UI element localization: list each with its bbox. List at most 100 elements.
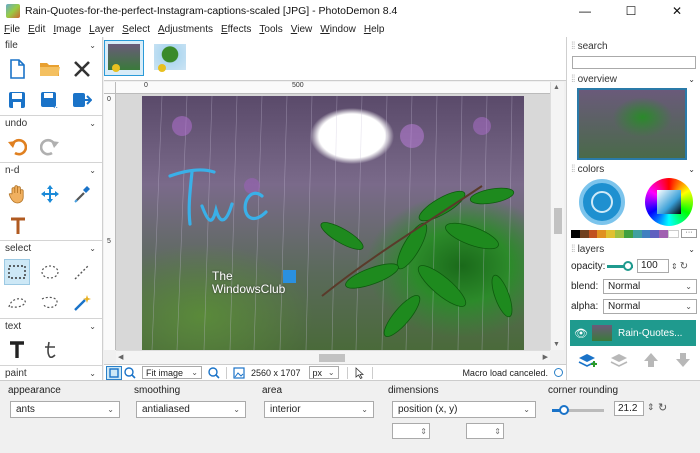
text-tool[interactable]	[4, 337, 30, 363]
appearance-select[interactable]: ants ⌄	[10, 401, 120, 418]
menu-help[interactable]: Help	[364, 24, 385, 35]
redo-button[interactable]	[37, 134, 63, 160]
menu-tools[interactable]: Tools	[259, 24, 282, 35]
close-image-button[interactable]	[69, 56, 95, 82]
alpha-label: alpha:	[571, 300, 599, 312]
color-wheel[interactable]	[645, 178, 693, 226]
text-section-header[interactable]: text ⌄	[0, 318, 102, 334]
chevron-down-icon: ⌄	[89, 322, 96, 331]
nd-section-header[interactable]: n-d ⌄	[0, 162, 102, 178]
zoom-select[interactable]: Fit image ⌄	[142, 366, 202, 379]
vertical-scroll-thumb[interactable]	[554, 208, 562, 234]
typography-t-icon	[45, 341, 56, 358]
move-tool[interactable]	[37, 181, 63, 207]
scroll-left-icon[interactable]: ◀	[118, 353, 123, 361]
undo-section-header[interactable]: undo ⌄	[0, 115, 102, 131]
opacity-slider-thumb[interactable]	[623, 261, 633, 271]
select-section-header[interactable]: select ⌄	[0, 240, 102, 256]
hand-tool[interactable]	[4, 181, 30, 207]
reset-icon[interactable]: ↻	[680, 261, 688, 272]
zoom-in-button[interactable]	[206, 366, 222, 380]
maximize-button[interactable]: ☐	[608, 0, 654, 22]
slider-thumb[interactable]	[559, 405, 569, 415]
close-button[interactable]: ✕	[654, 0, 700, 22]
color-palette[interactable]	[571, 230, 679, 238]
export-button[interactable]	[69, 87, 95, 113]
move-layer-down-icon[interactable]	[673, 350, 693, 370]
appearance-label: appearance	[8, 385, 61, 396]
smoothing-select[interactable]: antialiased ⌄	[136, 401, 246, 418]
menu-select[interactable]: Select	[122, 24, 150, 35]
save-as-button[interactable]: ..	[37, 87, 63, 113]
menu-image[interactable]: Image	[53, 24, 81, 35]
overview-header[interactable]: ⁞⁞ overview ⌄	[567, 72, 700, 86]
menu-view[interactable]: View	[291, 24, 313, 35]
magic-wand-tool[interactable]	[69, 290, 95, 316]
horizontal-scroll-thumb[interactable]	[319, 354, 345, 362]
reset-icon[interactable]: ↻	[658, 401, 667, 414]
polygon-select-tool[interactable]	[37, 290, 63, 316]
file-section-header[interactable]: file ⌄	[0, 37, 102, 53]
image-tab-rain-quotes[interactable]	[104, 40, 144, 76]
typography-tool[interactable]	[37, 337, 63, 363]
color-wheel-square[interactable]	[657, 190, 681, 214]
line-select-tool[interactable]	[69, 259, 95, 285]
spinner-icon[interactable]: ⇕	[647, 402, 655, 413]
scroll-right-icon[interactable]: ▶	[543, 353, 548, 361]
canvas-image[interactable]: The WindowsClub	[142, 96, 524, 350]
minimize-button[interactable]: —	[562, 0, 608, 22]
chevron-down-icon: ⌄	[685, 281, 692, 291]
horizontal-scrollbar[interactable]: ◀ ▶	[116, 350, 550, 364]
ellipse-select-tool[interactable]	[37, 259, 63, 285]
overview-navigator[interactable]	[577, 88, 687, 160]
watermark-square-icon	[283, 270, 296, 283]
fit-screen-button[interactable]	[106, 365, 122, 380]
menu-edit[interactable]: Edit	[28, 24, 45, 35]
corner-rounding-slider[interactable]	[552, 405, 604, 415]
color-picker-tool[interactable]	[69, 181, 95, 207]
lasso-select-tool[interactable]	[4, 290, 30, 316]
layers-header[interactable]: ⁞⁞ layers ⌄	[567, 242, 700, 256]
move-layer-up-icon[interactable]	[641, 350, 661, 370]
opacity-slider[interactable]	[607, 261, 633, 271]
rect-select-tool[interactable]	[4, 258, 30, 285]
zoom-out-button[interactable]	[122, 366, 138, 380]
undo-button[interactable]	[4, 134, 30, 160]
vertical-scrollbar[interactable]: ▲ ▼	[550, 82, 564, 350]
divider	[371, 366, 373, 379]
colors-header[interactable]: ⁞⁞ colors ⌄	[567, 162, 700, 176]
paint-section-header[interactable]: paint ⌄	[0, 365, 102, 380]
corner-rounding-input[interactable]: 21.2	[614, 401, 644, 416]
primary-color-swatch[interactable]	[579, 179, 625, 225]
layer-item[interactable]: 👁 Rain-Quotes...	[570, 320, 696, 346]
position-y-input[interactable]: ⇕	[466, 423, 504, 439]
more-colors-button[interactable]: ···	[681, 229, 697, 238]
scroll-up-icon[interactable]: ▲	[553, 84, 560, 91]
position-x-input[interactable]: ⇕	[392, 423, 430, 439]
image-tab-tree[interactable]	[150, 40, 190, 76]
unit-select[interactable]: px ⌄	[308, 366, 339, 379]
blend-select[interactable]: Normal ⌄	[603, 278, 697, 294]
search-input[interactable]	[572, 56, 696, 69]
menu-layer[interactable]: Layer	[89, 24, 114, 35]
new-image-button[interactable]	[4, 56, 30, 82]
menu-effects[interactable]: Effects	[221, 24, 251, 35]
menu-window[interactable]: Window	[320, 24, 356, 35]
pointer-button[interactable]	[352, 366, 368, 380]
save-button[interactable]	[4, 87, 30, 113]
visibility-eye-icon[interactable]: 👁	[574, 327, 588, 340]
opacity-input[interactable]: 100	[637, 259, 669, 273]
add-layer-icon[interactable]	[577, 350, 597, 370]
measure-tool[interactable]	[4, 212, 30, 238]
menu-adjustments[interactable]: Adjustments	[158, 24, 213, 35]
alpha-select[interactable]: Normal ⌄	[603, 298, 697, 314]
dimensions-select[interactable]: position (x, y) ⌄	[392, 401, 536, 418]
area-select[interactable]: interior ⌄	[264, 401, 374, 418]
menu-file[interactable]: File	[4, 24, 20, 35]
scroll-down-icon[interactable]: ▼	[553, 341, 560, 348]
spinner-icon[interactable]: ⇕	[671, 262, 678, 271]
open-image-button[interactable]	[37, 56, 63, 82]
select-tools-row-1	[0, 256, 102, 287]
search-header[interactable]: ⁞⁞ search	[567, 39, 700, 53]
delete-layer-icon[interactable]	[609, 350, 629, 370]
